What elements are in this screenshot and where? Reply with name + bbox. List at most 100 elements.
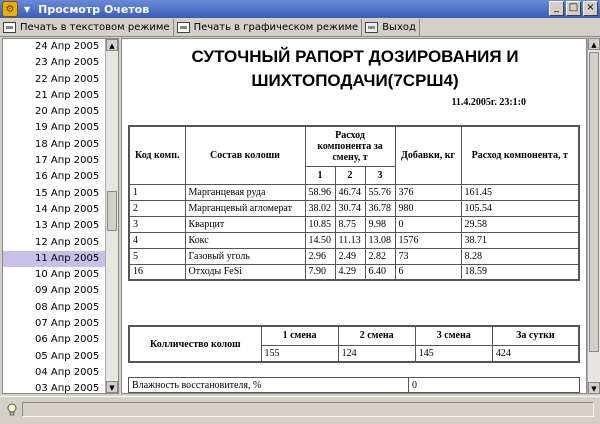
date-list-item[interactable]: 10 Апр 2005 — [3, 267, 107, 283]
table-cell: 2 — [128, 199, 186, 217]
col-header-composition: Состав колоши — [184, 125, 306, 185]
report-title-line2: ШИХТОПОДАЧИ(7СРШ4) — [251, 71, 459, 90]
table-cell: Отходы FeSi — [184, 263, 306, 281]
table-cell: 16 — [128, 263, 186, 281]
date-list-item[interactable]: 11 Апр 2005 — [3, 250, 107, 268]
table-cell: 2.82 — [364, 247, 396, 265]
date-list-item[interactable]: 19 Апр 2005 — [3, 120, 107, 136]
table-cell: 161.45 — [460, 183, 580, 201]
table-row: 5 Газовый уголь 2.96 2.49 2.82 73 8.28 — [128, 247, 580, 265]
table-cell: 11.13 — [334, 231, 366, 249]
table-cell: 30.74 — [334, 199, 366, 217]
scroll-up-arrow-icon[interactable]: ▲ — [106, 39, 118, 51]
table-cell: 105.54 — [460, 199, 580, 217]
col-header-code: Код комп. — [128, 125, 186, 185]
date-list-item[interactable]: 05 Апр 2005 — [3, 349, 107, 365]
print-graphic-label: Печать в графическом режиме — [193, 21, 359, 33]
table-cell: 46.74 — [334, 183, 366, 201]
table-cell: Марганцевый агломерат — [184, 199, 306, 217]
table-cell: 8.28 — [460, 247, 580, 265]
table-cell: 376 — [394, 183, 462, 201]
maximize-button[interactable]: □ — [566, 1, 581, 16]
date-list-item[interactable]: 24 Апр 2005 — [3, 39, 107, 55]
table-cell: 2.49 — [334, 247, 366, 265]
scroll-down-arrow-icon[interactable]: ▼ — [106, 381, 118, 393]
shift1-header: 1 смена — [260, 325, 339, 346]
report-title: СУТОЧНЫЙ РАПОРТ ДОЗИРОВАНИЯ И ШИХТОПОДАЧ… — [122, 45, 586, 93]
date-list-item[interactable]: 09 Апр 2005 — [3, 283, 107, 299]
table-cell: 0 — [394, 215, 462, 233]
table-cell: 4.29 — [334, 263, 366, 281]
table-cell: 8.75 — [334, 215, 366, 233]
date-list-item[interactable]: 13 Апр 2005 — [3, 218, 107, 234]
table-cell: 5 — [128, 247, 186, 265]
date-list-item[interactable]: 08 Апр 2005 — [3, 300, 107, 316]
col-header-shift2: 2 — [334, 165, 366, 185]
col-header-total: Расход компонента, т — [460, 125, 580, 185]
scrollbar-thumb[interactable] — [589, 52, 599, 352]
table-cell: 13.08 — [364, 231, 396, 249]
table-cell: 10.85 — [304, 215, 336, 233]
table-cell: 1 — [128, 183, 186, 201]
report-scrollbar[interactable]: ▲ ▼ — [587, 38, 600, 394]
table-cell: 14.50 — [304, 231, 336, 249]
date-list-item[interactable]: 16 Апр 2005 — [3, 169, 107, 185]
scrollbar-thumb[interactable] — [107, 191, 117, 231]
shift3-value: 145 — [414, 344, 493, 363]
lightbulb-icon — [7, 403, 17, 416]
app-icon[interactable]: ⚙ — [2, 1, 18, 17]
report-date: 11.4.2005г. 23:1:0 — [451, 97, 526, 108]
date-list-scrollbar[interactable]: ▲ ▼ — [105, 39, 118, 393]
scroll-down-arrow-icon[interactable]: ▼ — [588, 382, 600, 394]
status-bar — [0, 396, 600, 424]
table-cell: 55.76 — [364, 183, 396, 201]
table-cell: 38.02 — [304, 199, 336, 217]
scroll-up-arrow-icon[interactable]: ▲ — [588, 38, 600, 50]
date-list-panel: 24 Апр 2005 23 Апр 2005 22 Апр 2005 21 Апр … — [2, 38, 119, 394]
table-cell: 2.96 — [304, 247, 336, 265]
window-menu-arrow-icon[interactable]: ▼ — [24, 5, 30, 14]
humidity-table: Влажность восстановителя, % 0 — [128, 377, 580, 393]
printer-icon — [3, 21, 16, 33]
date-list-item[interactable]: 23 Апр 2005 — [3, 55, 107, 71]
shift1-value: 155 — [260, 344, 339, 363]
humidity-label: Влажность восстановителя, % — [128, 377, 409, 393]
minimize-button[interactable]: _ — [549, 1, 564, 16]
date-list-item[interactable]: 20 Апр 2005 — [3, 104, 107, 120]
date-list-item[interactable]: 06 Апр 2005 — [3, 332, 107, 348]
date-list-item[interactable]: 18 Апр 2005 — [3, 137, 107, 153]
exit-button[interactable]: Выход — [362, 18, 420, 36]
table-cell: 38.71 — [460, 231, 580, 249]
table-cell: 3 — [128, 215, 186, 233]
shift3-header: 3 смена — [414, 325, 493, 346]
day-total-value: 424 — [491, 344, 580, 363]
humidity-value: 0 — [408, 377, 580, 393]
date-list-item[interactable]: 17 Апр 2005 — [3, 153, 107, 169]
date-list-item[interactable]: 07 Апр 2005 — [3, 316, 107, 332]
day-total-header: За сутки — [491, 325, 580, 346]
date-list-item[interactable]: 21 Апр 2005 — [3, 88, 107, 104]
date-list-item[interactable]: 03 Апр 2005 — [3, 381, 107, 393]
table-cell: 6 — [394, 263, 462, 281]
date-list-item[interactable]: 14 Апр 2005 — [3, 202, 107, 218]
date-list-item[interactable]: 22 Апр 2005 — [3, 72, 107, 88]
print-graphic-button[interactable]: Печать в графическом режиме — [174, 18, 363, 36]
toolbar: Печать в текстовом режиме Печать в графи… — [0, 18, 600, 37]
component-table: Код комп. Состав колоши Расход компонент… — [128, 125, 580, 281]
report-title-line1: СУТОЧНЫЙ РАПОРТ ДОЗИРОВАНИЯ И — [191, 47, 519, 66]
exit-icon — [365, 21, 379, 33]
table-row: 2 Марганцевый агломерат 38.02 30.74 36.78 980… — [128, 199, 580, 217]
print-text-button[interactable]: Печать в текстовом режиме — [0, 18, 174, 36]
table-cell: 7.90 — [304, 263, 336, 281]
table-cell: Кокс — [184, 231, 306, 249]
shift2-value: 124 — [337, 344, 416, 363]
date-list-item[interactable]: 04 Апр 2005 — [3, 365, 107, 381]
table-row: 16 Отходы FeSi 7.90 4.29 6.40 6 18.59 — [128, 263, 580, 281]
table-cell: Кварцит — [184, 215, 306, 233]
date-list-item[interactable]: 12 Апр 2005 — [3, 235, 107, 251]
table-cell: 29.58 — [460, 215, 580, 233]
table-cell: Газовый уголь — [184, 247, 306, 265]
table-cell: 73 — [394, 247, 462, 265]
date-list-item[interactable]: 15 Апр 2005 — [3, 186, 107, 202]
close-button[interactable]: × — [583, 1, 598, 16]
